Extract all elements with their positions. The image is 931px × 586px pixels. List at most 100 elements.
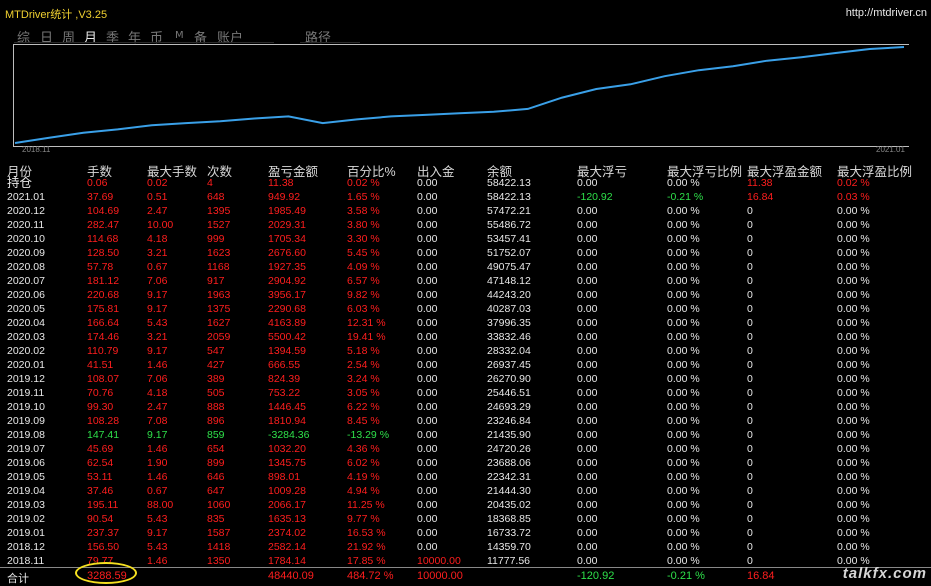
col-max-float-profit-cell: 0: [747, 359, 753, 371]
col-percent-cell: 8.45 %: [347, 415, 380, 427]
col-percent-cell: 0.02 %: [347, 177, 380, 189]
table-row[interactable]: 2020.07 181.12 7.06 917 2904.92 6.57 % 0.00 471…: [0, 274, 931, 288]
col-percent-cell: 5.45 %: [347, 247, 380, 259]
table-row[interactable]: 2019.04 37.46 0.67 647 1009.28 4.94 % 0.00 2144…: [0, 484, 931, 498]
table-row[interactable]: 2019.05 53.11 1.46 646 898.01 4.19 % 0.00 22342…: [0, 470, 931, 484]
col-max-float-loss-cell: 0.00: [577, 443, 598, 455]
table-row[interactable]: 2020.01 41.51 1.46 427 666.55 2.54 % 0.00 26937…: [0, 358, 931, 372]
col-percent-cell: 4.36 %: [347, 443, 380, 455]
col-max-float-profit-cell: 0: [747, 331, 753, 343]
table-row[interactable]: 2019.10 99.30 2.47 888 1446.45 6.22 % 0.00 2469…: [0, 400, 931, 414]
col-max-float-loss-pct-cell: 0.00 %: [667, 177, 700, 189]
table-row[interactable]: 2018.11 79.77 1.46 1350 1784.14 17.85 % 10000.…: [0, 554, 931, 568]
col-month-cell: 2019.02: [7, 513, 45, 525]
col-count-cell: 1963: [207, 289, 231, 301]
col-lots-cell: 108.28: [87, 415, 120, 427]
col-lots-cell: 174.46: [87, 331, 120, 343]
col-lots-cell: 147.41: [87, 429, 120, 441]
col-deposits-cell: 0.00: [417, 191, 438, 203]
col-profit-cell: 1784.14: [268, 555, 306, 567]
table-row[interactable]: 2019.12 108.07 7.06 389 824.39 3.24 % 0.00 2627…: [0, 372, 931, 386]
col-month-cell: 2019.01: [7, 527, 45, 539]
col-balance-cell: 26937.45: [487, 359, 531, 371]
table-row[interactable]: 2020.09 128.50 3.21 1623 2676.60 5.45 % 0.00 51…: [0, 246, 931, 260]
col-max-lots-cell: 1.46: [147, 471, 168, 483]
col-deposits-cell: 0.00: [417, 359, 438, 371]
col-balance-cell: 49075.47: [487, 261, 531, 273]
col-max-float-profit-pct-cell: 0.00 %: [837, 303, 870, 315]
col-lots-cell: 90.54: [87, 513, 114, 525]
open-position-row[interactable]: 持仓 0.06 0.02 4 11.38 0.02 % 0.00 58422.13 0.00 0.…: [0, 176, 931, 190]
col-profit-cell: 1985.49: [268, 205, 306, 217]
table-row[interactable]: 2021.01 37.69 0.51 648 949.92 1.65 % 0.00 58422…: [0, 190, 931, 204]
col-count-cell: 917: [207, 275, 225, 287]
col-max-float-profit-pct-cell: 0.00 %: [837, 247, 870, 259]
col-max-float-loss-pct-cell: 0.00 %: [667, 261, 700, 273]
col-percent-cell: 11.25 %: [347, 499, 385, 511]
col-max-float-loss-cell: 0.00: [577, 233, 598, 245]
col-lots-cell: 53.11: [87, 471, 113, 483]
col-max-float-loss-pct-cell: 0.00 %: [667, 289, 700, 301]
table-row[interactable]: 2020.06 220.68 9.17 1963 3956.17 9.82 % 0.00 44…: [0, 288, 931, 302]
col-balance-cell: 21444.30: [487, 485, 531, 497]
table-row[interactable]: 2019.09 108.28 7.08 896 1810.94 8.45 % 0.00 232…: [0, 414, 931, 428]
col-percent-cell: 6.03 %: [347, 303, 380, 315]
table-row[interactable]: 2020.12 104.69 2.47 1395 1985.49 3.58 % 0.00 57…: [0, 204, 931, 218]
table-row[interactable]: 2020.02 110.79 9.17 547 1394.59 5.18 % 0.00 283…: [0, 344, 931, 358]
col-balance-cell: 33832.46: [487, 331, 531, 343]
col-deposits-cell: 0.00: [417, 331, 438, 343]
col-count-cell: 427: [207, 359, 225, 371]
col-max-float-loss-cell: -120.92: [577, 191, 613, 203]
col-max-lots-cell: 1.90: [147, 457, 168, 469]
table-row[interactable]: 2019.01 237.37 9.17 1587 2374.02 16.53 % 0.00 1…: [0, 526, 931, 540]
col-lots-cell: 220.68: [87, 289, 120, 301]
col-percent-cell: 2.54 %: [347, 359, 380, 371]
col-profit-cell: 898.01: [268, 471, 301, 483]
table-row[interactable]: 2019.11 70.76 4.18 505 753.22 3.05 % 0.00 25446…: [0, 386, 931, 400]
col-count-cell: 999: [207, 233, 225, 245]
table-row[interactable]: 2020.04 166.64 5.43 1627 4163.89 12.31 % 0.00 3…: [0, 316, 931, 330]
col-max-float-profit-cell: 0: [747, 471, 753, 483]
table-row[interactable]: 2018.12 156.50 5.43 1418 2582.14 21.92 % 0.00 1…: [0, 540, 931, 554]
col-percent-cell: 4.09 %: [347, 261, 380, 273]
table-row[interactable]: 2019.07 45.69 1.46 654 1032.20 4.36 % 0.00 2472…: [0, 442, 931, 456]
col-profit-cell: 2676.60: [268, 247, 306, 259]
col-percent-cell: 3.30 %: [347, 233, 380, 245]
col-max-float-profit-pct-cell: 0.00 %: [837, 457, 870, 469]
col-month-cell: 2019.11: [7, 387, 45, 399]
col-max-float-profit-cell: 0: [747, 401, 753, 413]
col-max-float-profit-pct-cell: 0.00 %: [837, 485, 870, 497]
col-max-lots-cell: 1.46: [147, 359, 168, 371]
table-row[interactable]: 2019.08 147.41 9.17 859 -3284.36 -13.29 % 0.00…: [0, 428, 931, 442]
col-month-cell: 2019.08: [7, 429, 45, 441]
col-max-float-profit-cell: 0: [747, 373, 753, 385]
col-count-cell: 1587: [207, 527, 231, 539]
col-month-cell: 2019.05: [7, 471, 45, 483]
col-balance-cell: 51752.07: [487, 247, 531, 259]
table-row[interactable]: 2019.06 62.54 1.90 899 1345.75 6.02 % 0.00 2368…: [0, 456, 931, 470]
col-month-cell: 2020.07: [7, 275, 45, 287]
table-row[interactable]: 2020.10 114.68 4.18 999 1705.34 3.30 % 0.00 534…: [0, 232, 931, 246]
totals-label: 合计: [7, 573, 29, 585]
table-row[interactable]: 2020.11 282.47 10.00 1527 2029.31 3.80 % 0.00 5…: [0, 218, 931, 232]
table-row[interactable]: 2019.03 195.11 88.00 1060 2066.17 11.25 % 0.00…: [0, 498, 931, 512]
col-percent-cell: 19.41 %: [347, 331, 386, 343]
col-max-float-loss-cell: 0.00: [577, 177, 598, 189]
table-row[interactable]: 2019.02 90.54 5.43 835 1635.13 9.77 % 0.00 1836…: [0, 512, 931, 526]
table-row[interactable]: 2020.05 175.81 9.17 1375 2290.68 6.03 % 0.00 40…: [0, 302, 931, 316]
table-row[interactable]: 2020.08 57.78 0.67 1168 1927.35 4.09 % 0.00 490…: [0, 260, 931, 274]
col-balance-cell: 23246.84: [487, 415, 531, 427]
col-lots-cell: 128.50: [87, 247, 120, 259]
table-row[interactable]: 2020.03 174.46 3.21 2059 5500.42 19.41 % 0.00 3…: [0, 330, 931, 344]
col-max-float-profit-cell: 0: [747, 303, 753, 315]
col-profit-cell: 753.22: [268, 387, 301, 399]
tab-m[interactable]: M: [175, 30, 184, 41]
col-balance-cell: 37996.35: [487, 317, 531, 329]
site-url-link[interactable]: http://mtdriver.cn: [846, 7, 927, 19]
col-lots-cell: 237.37: [87, 527, 120, 539]
col-count-cell: 835: [207, 513, 225, 525]
col-balance-cell: 58422.13: [487, 177, 531, 189]
col-max-float-profit-cell: 0: [747, 499, 753, 511]
col-profit-cell: 2290.68: [268, 303, 306, 315]
col-max-lots-cell: 1.46: [147, 443, 168, 455]
